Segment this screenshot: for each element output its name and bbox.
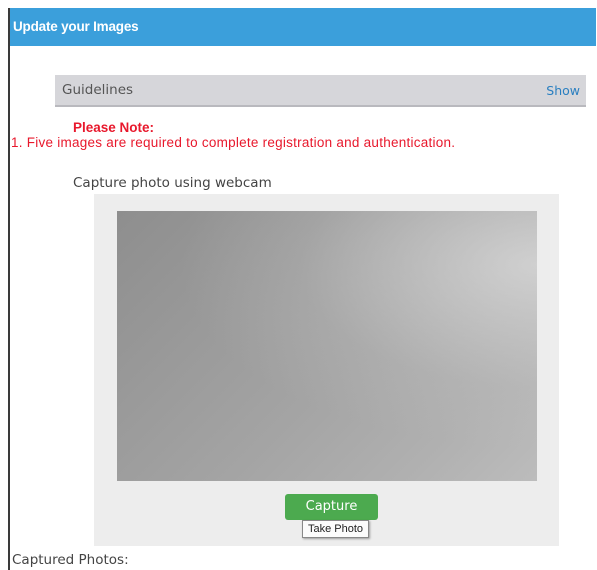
take-photo-tooltip: Take Photo [302, 520, 370, 538]
note-item: 1. Five images are required to complete … [11, 135, 456, 150]
guidelines-show-link[interactable]: Show [546, 75, 580, 106]
capture-button[interactable]: Capture [285, 494, 378, 520]
webcam-video-feed [117, 211, 537, 481]
capture-webcam-label: Capture photo using webcam [73, 175, 272, 191]
captured-photos-label: Captured Photos: [12, 552, 129, 568]
update-images-panel: Update your Images Guidelines Show Pleas… [8, 8, 596, 570]
webcam-panel: Capture Take Photo [94, 194, 559, 546]
guidelines-title: Guidelines [62, 82, 134, 98]
panel-title: Update your Images [10, 8, 596, 46]
guidelines-bar[interactable]: Guidelines Show [55, 75, 586, 107]
note-heading: Please Note: [73, 120, 155, 135]
